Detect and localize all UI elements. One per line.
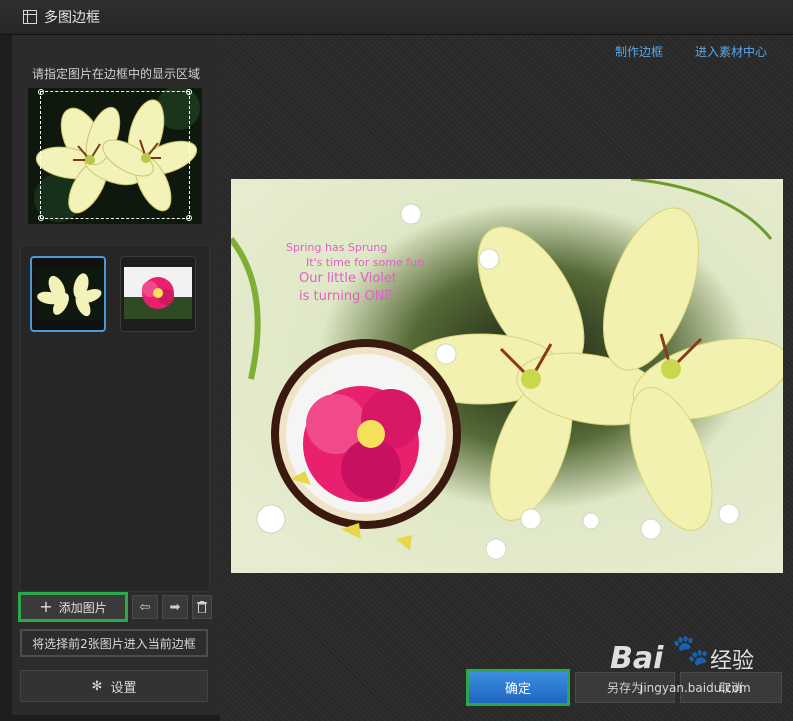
frame-artwork	[231, 179, 783, 573]
gear-icon: ✻	[91, 678, 103, 694]
crop-handle-br[interactable]	[186, 215, 192, 221]
settings-button[interactable]: ✻ 设置	[20, 670, 208, 702]
image-thumbnail-list	[20, 245, 210, 592]
frame-canvas[interactable]: Spring has Sprung It's time for some fun…	[231, 179, 783, 573]
apply-to-frame-button[interactable]: 将选择前2张图片进入当前边框	[20, 629, 208, 657]
frame-text-line1: Spring has Sprung	[286, 241, 388, 254]
add-image-label: 添加图片	[58, 600, 107, 615]
ok-button[interactable]: 确定	[466, 669, 570, 706]
add-image-button[interactable]: + 添加图片	[18, 592, 128, 622]
title-bar: 多图边框	[0, 0, 793, 35]
trash-icon	[197, 601, 207, 613]
settings-label: 设置	[110, 680, 137, 696]
delete-button[interactable]	[192, 595, 212, 619]
preview-label: 请指定图片在边框中的显示区域	[31, 67, 200, 81]
camellia-thumbnail-image	[124, 267, 192, 319]
move-left-button[interactable]: ⇦	[132, 595, 158, 619]
arrow-left-icon: ⇦	[139, 599, 151, 615]
crop-preview[interactable]	[28, 88, 202, 224]
frame-app-icon	[23, 10, 37, 24]
plus-icon: +	[39, 597, 53, 616]
crop-handle-bl[interactable]	[38, 215, 44, 221]
window-title: 多图边框	[44, 10, 100, 26]
paw-icon: 🐾	[672, 633, 710, 668]
lily-thumbnail-image	[35, 268, 103, 320]
frame-text-line4: is turning ONE !	[299, 289, 402, 304]
frame-text-line2: It's time for some fun	[306, 256, 425, 269]
watermark-brand: Bai	[610, 641, 664, 676]
thumbnail-lily[interactable]	[30, 256, 106, 332]
cancel-button[interactable]: 取消	[680, 672, 782, 703]
watermark-brand2: 经验	[710, 649, 755, 674]
thumbnail-camellia[interactable]	[120, 256, 196, 332]
left-panel: 请指定图片在边框中的显示区域 + 添加图片 ⇦ ➡ 将选择前2张图片进入当前边框…	[12, 35, 220, 715]
right-panel: 制作边框 进入素材中心 Spring has Sprung It's time …	[220, 35, 793, 721]
save-as-button[interactable]: 另存为	[575, 672, 675, 703]
material-center-link[interactable]: 进入素材中心	[695, 43, 767, 60]
crop-handle-tr[interactable]	[186, 89, 192, 95]
crop-handle-tl[interactable]	[38, 89, 44, 95]
arrow-right-icon: ➡	[169, 599, 181, 615]
crop-selection[interactable]	[38, 89, 192, 221]
move-right-button[interactable]: ➡	[162, 595, 188, 619]
make-frame-link[interactable]: 制作边框	[615, 43, 663, 60]
frame-text-line3: Our little Violet	[299, 271, 397, 286]
